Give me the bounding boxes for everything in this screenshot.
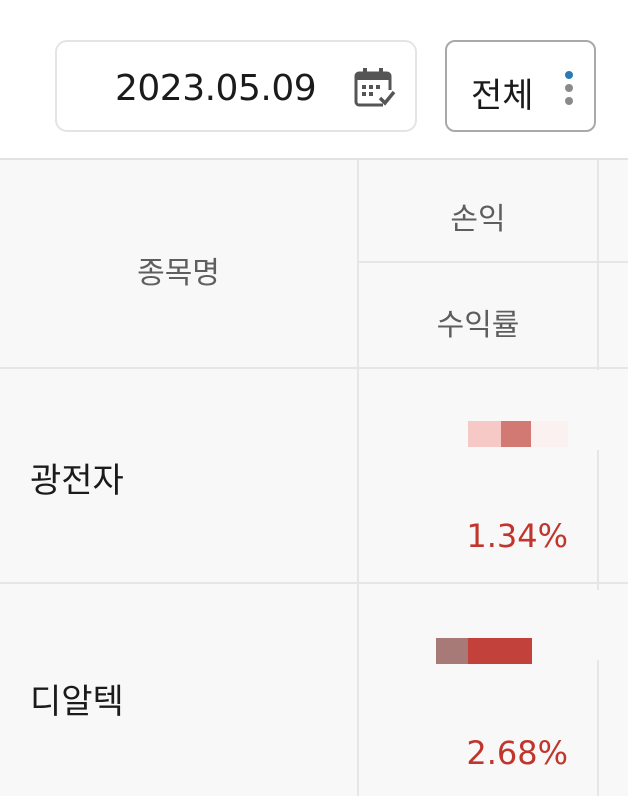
redacted-pnl-value xyxy=(436,638,532,664)
return-rate-value: 1.34% xyxy=(466,517,568,555)
return-rate-value: 2.68% xyxy=(466,734,568,772)
filter-label: 전체 xyxy=(471,76,534,116)
header-return-rate: 수익률 xyxy=(436,308,520,343)
holdings-table: 종목명 손익 수익률 광전자 1.34% 디알텍 2.68% xyxy=(0,158,628,796)
header-stock-name: 종목명 xyxy=(137,256,220,291)
holdings-screen: 2023.05.09 전체 종목명 손익 수익률 광전자 1.34% 디알텍 2… xyxy=(0,0,628,796)
date-value: 2023.05.09 xyxy=(115,68,317,109)
date-picker[interactable]: 2023.05.09 xyxy=(55,40,417,132)
table-row[interactable]: 디알텍 2.68% xyxy=(0,584,628,796)
header-pnl: 손익 xyxy=(450,202,506,237)
more-options-icon xyxy=(565,71,573,105)
stock-name: 광전자 xyxy=(30,461,124,501)
redacted-pnl-value xyxy=(468,421,568,447)
row-divider xyxy=(359,261,628,263)
stock-name: 디알텍 xyxy=(30,682,124,722)
calendar-icon[interactable] xyxy=(353,66,397,110)
table-row[interactable]: 광전자 1.34% xyxy=(0,369,628,582)
filter-dropdown[interactable]: 전체 xyxy=(445,40,596,132)
column-divider xyxy=(597,160,599,370)
